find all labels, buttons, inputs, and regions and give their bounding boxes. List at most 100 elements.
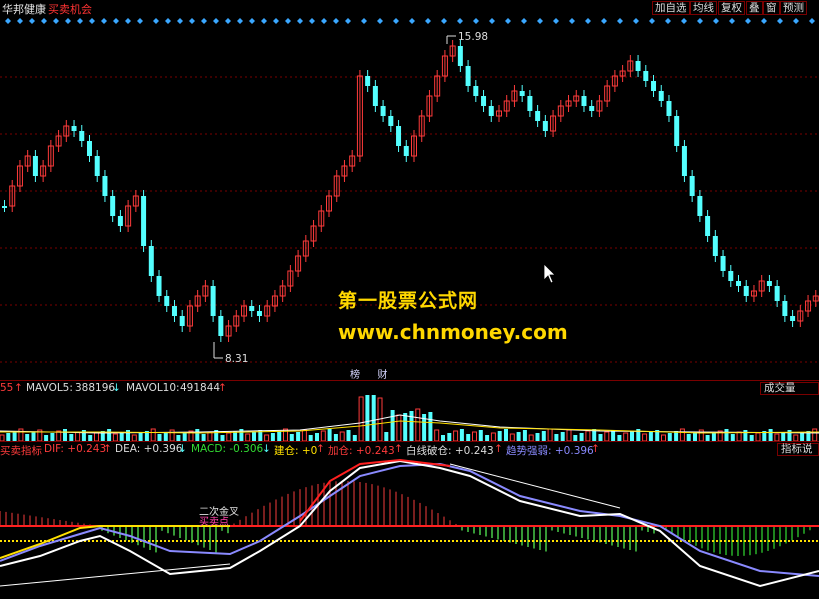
- volume-bar: [75, 431, 81, 441]
- volume-bar: [333, 434, 338, 441]
- signal-diamond-icon: [361, 18, 367, 24]
- add-watchlist-button[interactable]: 加自选: [652, 1, 690, 15]
- volume-bar: [554, 434, 559, 441]
- signal-diamond-icon: [65, 18, 71, 24]
- volume-bar: [207, 431, 213, 441]
- low-price-label: 8.31: [225, 353, 248, 365]
- up-arrow-icon: ↑: [103, 443, 112, 455]
- indicator-help-button[interactable]: 指标说: [777, 443, 819, 456]
- up-arrow-icon: ↑: [494, 443, 503, 455]
- volume-bar: [245, 433, 251, 441]
- signal-diamond-icon: [521, 18, 527, 24]
- up-arrow-icon: ↑: [14, 382, 23, 394]
- volume-chart[interactable]: [0, 395, 819, 441]
- high-price-label: 15.98: [458, 31, 488, 43]
- candle-body: [705, 216, 711, 236]
- volume-bar: [743, 430, 748, 441]
- up-arrow-icon: ↑: [394, 443, 403, 455]
- candle-body: [403, 146, 409, 156]
- candle-body: [712, 236, 718, 256]
- forecast-button[interactable]: 预测: [780, 1, 807, 15]
- candle-body: [720, 256, 726, 271]
- candle-body: [94, 156, 100, 176]
- macd-histogram: [0, 481, 817, 556]
- volume-bar: [711, 433, 716, 441]
- moving-average-button[interactable]: 均线: [690, 1, 717, 15]
- volume-bar: [365, 395, 370, 441]
- volume-bar: [226, 432, 232, 441]
- candle-body: [102, 176, 108, 196]
- volume-panel-header: 55 ↑ MAVOL5: 388196 ↓ MAVOL10: 491844 ↑ …: [0, 380, 819, 395]
- volume-bar: [459, 429, 464, 441]
- candle-body: [365, 76, 371, 86]
- watermark-title: 第一股票公式网: [338, 290, 479, 312]
- signal-diamond-icon: [729, 18, 735, 24]
- volume-bar: [50, 433, 55, 441]
- trade-point-label: 买卖点: [199, 517, 229, 528]
- volume-bar: [516, 432, 521, 441]
- signal-indicator-name[interactable]: 买卖机会: [48, 1, 92, 17]
- volume-bar: [504, 429, 508, 441]
- volume-bar: [157, 434, 162, 441]
- candle-body: [782, 301, 788, 316]
- volume-bar: [126, 430, 130, 441]
- candle-body: [542, 121, 548, 131]
- overlay-button[interactable]: 叠: [746, 1, 763, 15]
- volume-bar: [522, 430, 527, 441]
- signal-diamond-icon: [537, 18, 543, 24]
- signal-diamond-icon: [165, 18, 171, 24]
- volume-bar: [384, 432, 389, 441]
- candle-body: [164, 296, 170, 306]
- low-marker: 8.31: [213, 342, 248, 365]
- volume-bar: [112, 433, 118, 441]
- mavol10-label: MAVOL10:: [126, 382, 180, 394]
- volume-bar: [150, 428, 156, 441]
- signal-diamond-icon: [489, 18, 495, 24]
- volume-bar: [428, 412, 433, 441]
- candle-body: [86, 141, 92, 156]
- signal-diamond-icon: [809, 18, 815, 24]
- candle-body: [488, 106, 494, 116]
- dea-value: DEA: +0.396: [115, 443, 183, 455]
- signal-diamond-icon: [201, 18, 207, 24]
- trend-line: [0, 563, 231, 587]
- volume-bar: [409, 411, 414, 441]
- candle-body: [32, 156, 38, 176]
- volume-panel-button[interactable]: 成交量: [760, 382, 819, 395]
- stock-name[interactable]: 华邦健康: [2, 1, 46, 17]
- candle-body: [658, 91, 664, 101]
- down-arrow-icon: ↓: [262, 443, 271, 455]
- volume-bar: [472, 431, 477, 441]
- volume-bar: [686, 434, 691, 441]
- signal-diamond-icon: [333, 18, 339, 24]
- mavol5-label: MAVOL5:: [26, 382, 73, 394]
- indicator-chart[interactable]: [0, 456, 819, 599]
- signal-diamond-icon: [665, 18, 671, 24]
- volume-bar: [541, 431, 546, 441]
- volume-bar: [566, 429, 572, 441]
- volume-bar: [69, 434, 74, 441]
- signal-diamond-icon: [53, 18, 59, 24]
- indicator-lines: [0, 458, 819, 588]
- volume-bar: [547, 428, 553, 441]
- signal-diamond-icon: [29, 18, 35, 24]
- signal-diamond-icon: [681, 18, 687, 24]
- volume-bar: [138, 433, 143, 441]
- cross-annotation: 二次金叉 买卖点: [199, 508, 239, 528]
- signal-diamond-icon: [793, 18, 799, 24]
- volume-bar: [724, 429, 729, 441]
- signal-diamond-icon: [297, 18, 303, 24]
- signal-diamond-icon: [285, 18, 291, 24]
- signal-diamond-icon: [137, 18, 143, 24]
- signal-diamond-icon: [321, 18, 327, 24]
- adjust-rights-button[interactable]: 复权: [718, 1, 745, 15]
- window-button[interactable]: 窗: [763, 1, 780, 15]
- volume-bar: [667, 433, 672, 441]
- candle-body: [535, 111, 541, 121]
- signal-diamond-icon: [649, 18, 655, 24]
- volume-bar: [270, 433, 275, 441]
- signal-diamond-icon: [5, 18, 11, 24]
- candle-body: [179, 316, 185, 326]
- volume-bar: [800, 433, 805, 441]
- candle-body: [790, 316, 796, 321]
